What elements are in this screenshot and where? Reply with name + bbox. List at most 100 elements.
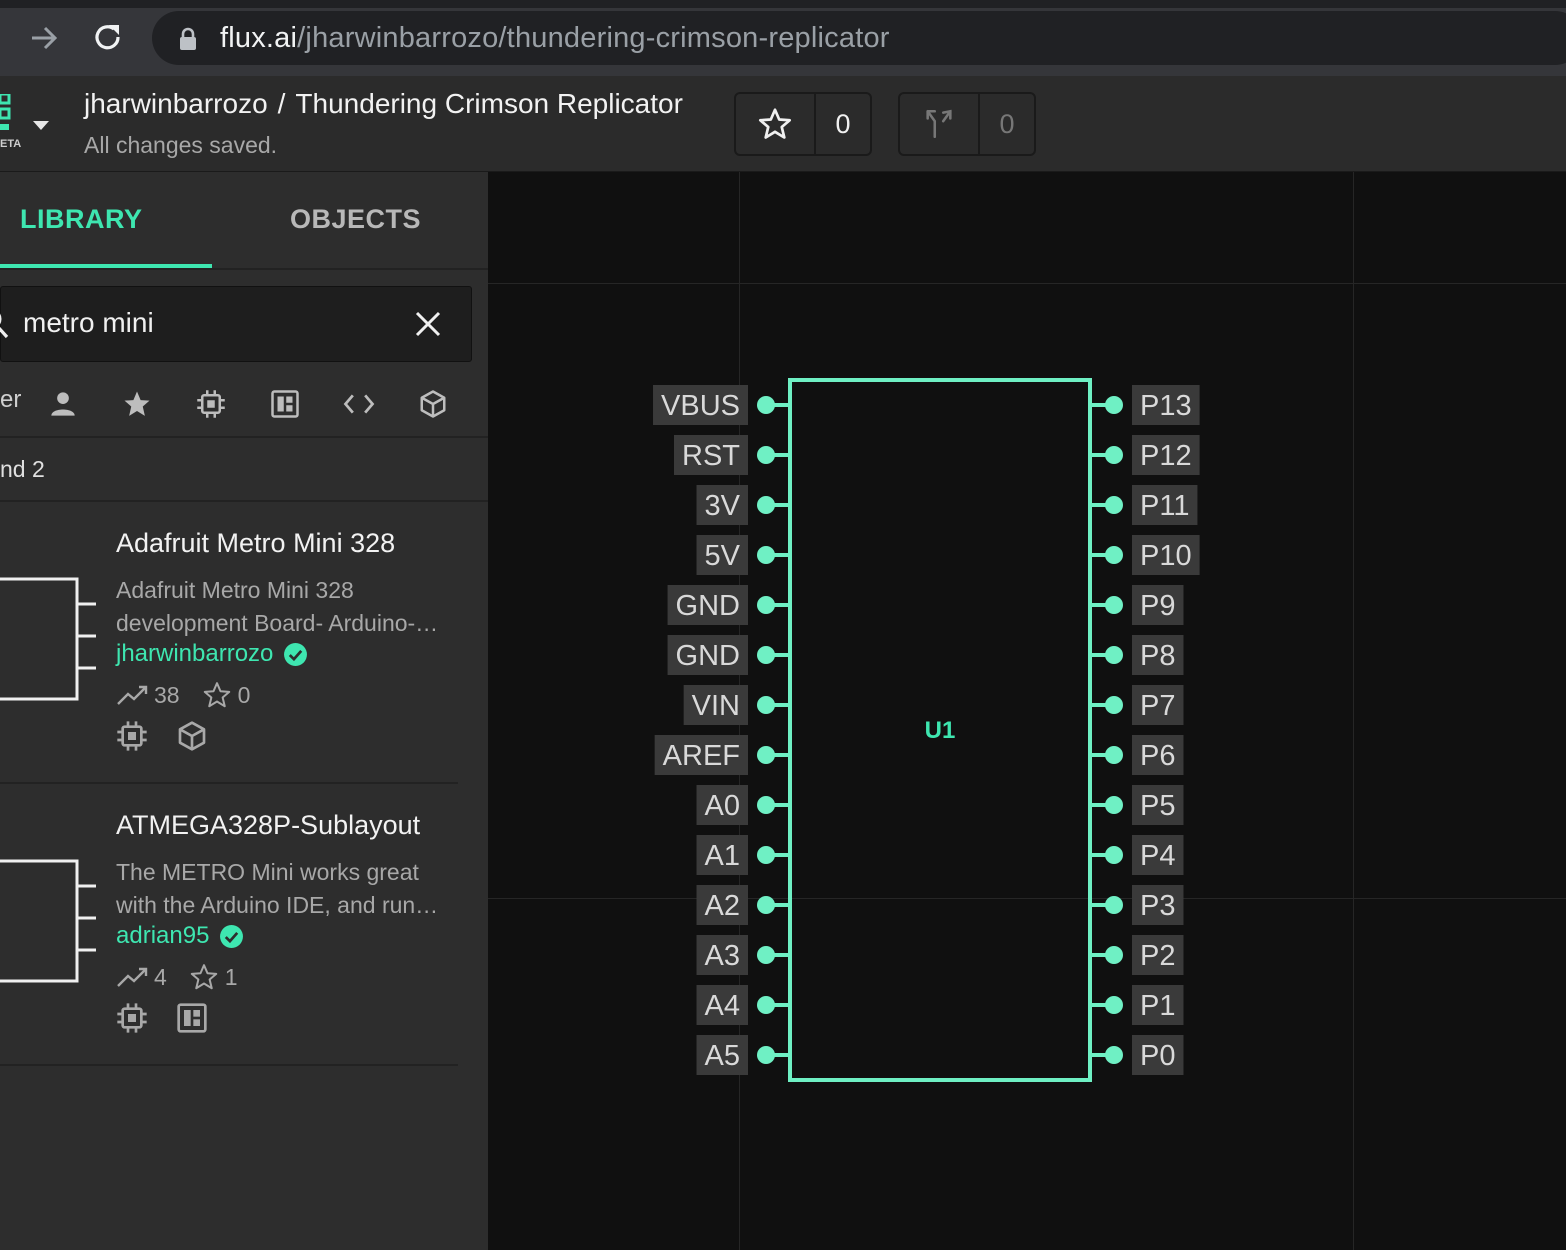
pin-a1[interactable]: A1: [696, 835, 790, 875]
forward-button[interactable]: [24, 18, 64, 58]
pin-terminal[interactable]: [757, 496, 775, 514]
pin-terminal[interactable]: [1105, 1046, 1123, 1064]
pin-terminal[interactable]: [757, 646, 775, 664]
pin-p13[interactable]: P13: [1090, 385, 1200, 425]
pin-terminal[interactable]: [757, 546, 775, 564]
filter-code[interactable]: [341, 386, 377, 422]
pin-terminal[interactable]: [1105, 696, 1123, 714]
result-type-icons: [116, 1002, 208, 1034]
author-name: jharwinbarrozo: [116, 640, 274, 667]
search-input[interactable]: metro mini: [0, 286, 472, 362]
pin-vbus[interactable]: VBUS: [653, 385, 790, 425]
pin-p0[interactable]: P0: [1090, 1035, 1184, 1075]
close-icon[interactable]: [413, 309, 443, 339]
reload-button[interactable]: [88, 18, 128, 58]
pin-terminal[interactable]: [1105, 446, 1123, 464]
uses-count: 4: [154, 963, 167, 990]
pin-terminal[interactable]: [1105, 646, 1123, 664]
filter-user[interactable]: [45, 386, 81, 422]
pin-terminal[interactable]: [757, 946, 775, 964]
pin-p2[interactable]: P2: [1090, 935, 1184, 975]
pin-terminal[interactable]: [1105, 946, 1123, 964]
pin-terminal[interactable]: [1105, 846, 1123, 864]
pin-label: P2: [1140, 940, 1175, 972]
pin-label: P13: [1140, 390, 1192, 422]
star-outline-icon: [190, 964, 218, 990]
pin-p4[interactable]: P4: [1090, 835, 1184, 875]
filter-modules[interactable]: [267, 386, 303, 422]
arrow-right-icon: [32, 26, 58, 50]
project-name[interactable]: Thundering Crimson Replicator: [295, 88, 683, 119]
result-title[interactable]: ATMEGA328P-Sublayout: [116, 810, 420, 841]
pin-terminal[interactable]: [757, 1046, 775, 1064]
pin-gnd[interactable]: GND: [667, 585, 790, 625]
user-icon: [51, 392, 75, 416]
search-icon: [0, 313, 9, 339]
pin-gnd[interactable]: GND: [667, 635, 790, 675]
pin-vin[interactable]: VIN: [683, 685, 790, 725]
stars-count: 1: [224, 963, 238, 990]
pin-a5[interactable]: A5: [696, 1035, 790, 1075]
tab-objects[interactable]: OBJECTS: [290, 204, 421, 235]
pin-terminal[interactable]: [1105, 396, 1123, 414]
pin-terminal[interactable]: [757, 696, 775, 714]
pin-terminal[interactable]: [1105, 746, 1123, 764]
pin-p12[interactable]: P12: [1090, 435, 1200, 475]
description-line: Adafruit Metro Mini 328: [116, 577, 354, 603]
pin-p6[interactable]: P6: [1090, 735, 1184, 775]
pin-p5[interactable]: P5: [1090, 785, 1184, 825]
pin-3v[interactable]: 3V: [696, 485, 790, 525]
chip-icon: [117, 1003, 147, 1033]
address-bar[interactable]: flux.ai/jharwinbarrozo/thundering-crimso…: [152, 11, 1566, 65]
pin-terminal[interactable]: [757, 596, 775, 614]
fork-button[interactable]: [900, 94, 978, 154]
pin-terminal[interactable]: [1105, 996, 1123, 1014]
pin-terminal[interactable]: [1105, 546, 1123, 564]
pin-terminal[interactable]: [757, 996, 775, 1014]
lock-icon: [180, 27, 196, 50]
star-button[interactable]: [736, 94, 814, 154]
pin-terminal[interactable]: [757, 846, 775, 864]
chip-icon: [197, 390, 225, 418]
pin-terminal[interactable]: [757, 746, 775, 764]
schematic-canvas[interactable]: U1 VBUS RST 3V 5V GND GND VIN AREF A0 A1 A2 A3 A4 A5 P…: [488, 172, 1566, 1250]
pin-p8[interactable]: P8: [1090, 635, 1184, 675]
tab-library[interactable]: LIBRARY: [20, 204, 143, 235]
pin-rst[interactable]: RST: [674, 435, 790, 475]
owner-link[interactable]: jharwinbarrozo: [84, 88, 268, 119]
library-panel: LIBRARY OBJECTS metro mini er nd 2 Adafr…: [0, 172, 488, 1250]
result-author[interactable]: jharwinbarrozo: [116, 640, 308, 668]
pin-terminal[interactable]: [1105, 596, 1123, 614]
pin-label: A5: [705, 1040, 740, 1072]
pin-a3[interactable]: A3: [696, 935, 790, 975]
pin-terminal[interactable]: [757, 896, 775, 914]
result-card[interactable]: ATMEGA328P-Sublayout The METRO Mini work…: [0, 784, 458, 1066]
pin-terminal[interactable]: [1105, 796, 1123, 814]
schematic-symbol[interactable]: U1 VBUS RST 3V 5V GND GND VIN AREF A0 A1 A2 A3 A4 A5 P…: [488, 172, 1566, 1250]
pin-terminal[interactable]: [757, 446, 775, 464]
pin-a4[interactable]: A4: [696, 985, 790, 1025]
pin-p7[interactable]: P7: [1090, 685, 1184, 725]
result-author[interactable]: adrian95: [116, 922, 244, 950]
pin-p9[interactable]: P9: [1090, 585, 1184, 625]
pin-terminal[interactable]: [1105, 496, 1123, 514]
pin-a2[interactable]: A2: [696, 885, 790, 925]
pin-5v[interactable]: 5V: [696, 535, 790, 575]
filter-parts[interactable]: [193, 386, 229, 422]
result-title[interactable]: Adafruit Metro Mini 328: [116, 528, 395, 559]
pin-terminal[interactable]: [1105, 896, 1123, 914]
filter-3d[interactable]: [415, 386, 451, 422]
pin-p11[interactable]: P11: [1090, 485, 1198, 525]
pin-terminal[interactable]: [757, 796, 775, 814]
pin-aref[interactable]: AREF: [654, 735, 790, 775]
flux-logo-icon[interactable]: [0, 94, 20, 134]
pin-a0[interactable]: A0: [696, 785, 790, 825]
pin-terminal[interactable]: [757, 396, 775, 414]
pin-p10[interactable]: P10: [1090, 535, 1200, 575]
caret-down-icon[interactable]: [32, 120, 50, 132]
filter-starred[interactable]: [119, 386, 155, 422]
pin-p3[interactable]: P3: [1090, 885, 1184, 925]
pin-p1[interactable]: P1: [1090, 985, 1184, 1025]
result-card[interactable]: Adafruit Metro Mini 328 Adafruit Metro M…: [0, 502, 458, 784]
stars-count: 0: [237, 681, 251, 708]
